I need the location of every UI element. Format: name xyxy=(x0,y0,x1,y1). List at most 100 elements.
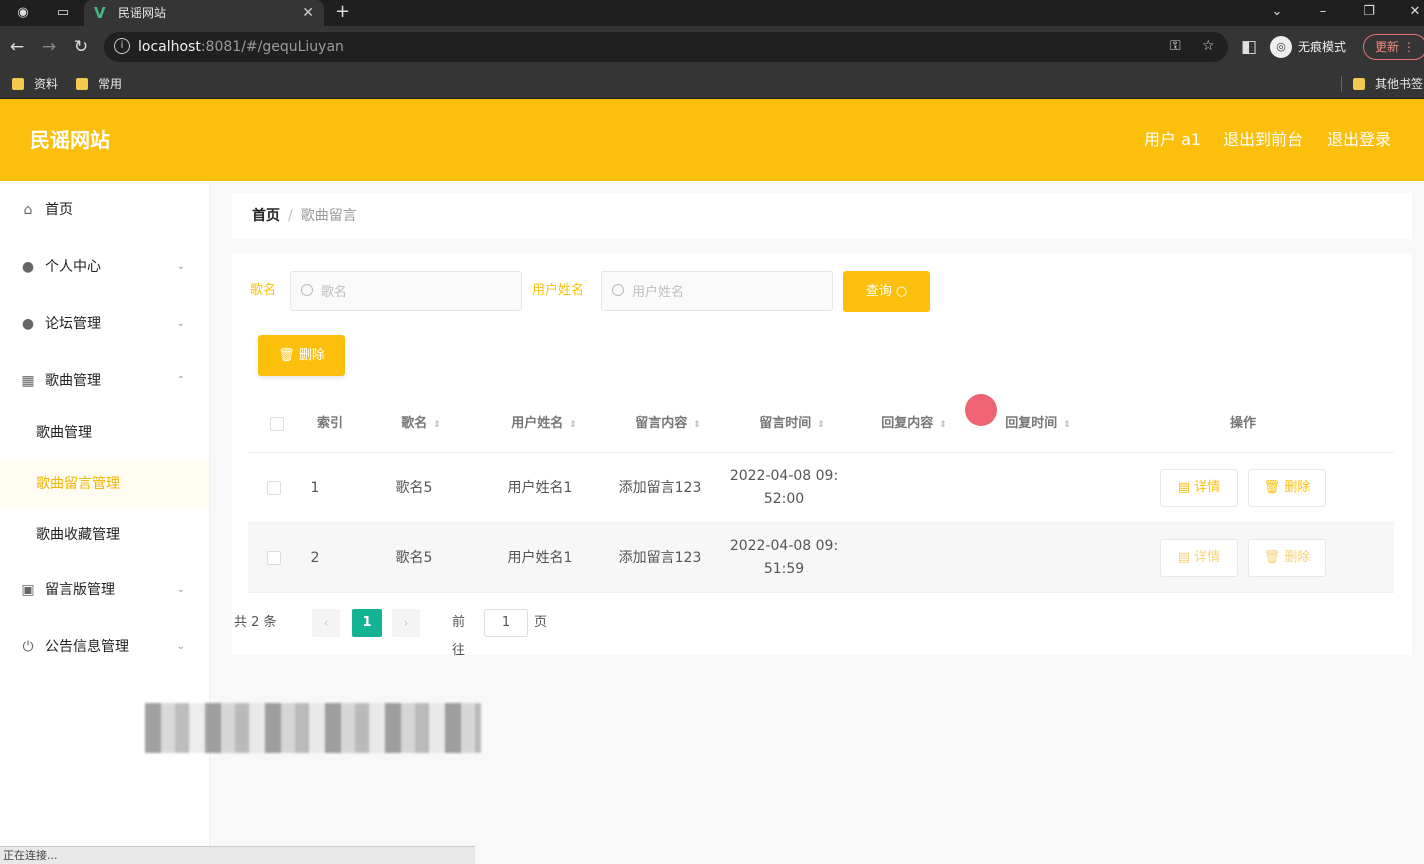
chevron-down-icon: ⌄ xyxy=(176,584,185,595)
row-checkbox[interactable] xyxy=(267,481,281,495)
user-search-field[interactable] xyxy=(601,271,833,311)
url-text[interactable]: localhost:8081/#/gequLiuyan xyxy=(138,32,344,62)
breadcrumb-current: 歌曲留言 xyxy=(300,208,357,224)
bookmark-folder[interactable]: 资料 xyxy=(12,74,58,94)
trash-icon: 🗑 xyxy=(1263,550,1281,565)
sidebar-item-guestbook[interactable]: ▣ 留言版管理 ⌄ xyxy=(0,563,209,617)
browser-window-icon[interactable]: ▭ xyxy=(54,4,72,22)
bookmark-label: 资料 xyxy=(34,77,59,91)
other-bookmarks-label: 其他书签 xyxy=(1375,77,1424,91)
page-number[interactable]: 1 xyxy=(352,609,382,637)
song-search-input[interactable] xyxy=(321,280,511,304)
update-button[interactable]: 更新 ⋮ xyxy=(1363,34,1424,60)
bookmark-star-icon[interactable]: ☆ xyxy=(1202,38,1215,54)
sidebar-item-home[interactable]: ⌂ 首页 xyxy=(0,183,209,237)
column-header-reply[interactable]: 回复内容 ⇕ xyxy=(854,395,974,453)
query-button-label: 查询 xyxy=(865,284,892,299)
window-close-icon[interactable]: ✕ xyxy=(1392,0,1424,26)
cell-user: 用户姓名1 xyxy=(507,480,573,496)
tab-close-icon[interactable]: ✕ xyxy=(302,0,314,26)
tab-search-icon[interactable]: ⌄ xyxy=(1254,0,1300,26)
cell-song: 歌名5 xyxy=(395,550,433,566)
delete-button[interactable]: 🗑 删除 xyxy=(1248,469,1326,507)
home-icon: ⌂ xyxy=(23,202,33,218)
goto-page-input[interactable]: 1 xyxy=(484,609,528,637)
sort-icon: ⇕ xyxy=(693,420,701,430)
detail-button[interactable]: ▤ 详情 xyxy=(1160,469,1238,507)
column-header-user[interactable]: 用户姓名 ⇕ xyxy=(484,395,604,453)
url-bar[interactable]: i localhost:8081/#/gequLiuyan ⚿ ☆ xyxy=(104,32,1228,62)
column-header-content[interactable]: 留言内容 ⇕ xyxy=(608,395,728,453)
browser-globe-icon[interactable]: ◉ xyxy=(14,4,32,22)
incognito-icon: ◎ xyxy=(1270,36,1292,58)
power-icon: ⏻ xyxy=(22,639,34,655)
user-icon: ● xyxy=(21,259,35,275)
key-icon[interactable]: ⚿ xyxy=(1170,38,1181,54)
breadcrumb-home[interactable]: 首页 xyxy=(252,208,280,224)
site-info-icon[interactable]: i xyxy=(114,38,130,54)
grid-icon: ▦ xyxy=(21,373,35,389)
browser-tab[interactable]: V 民谣网站 ✕ xyxy=(84,0,324,26)
new-tab-icon[interactable]: + xyxy=(335,0,350,24)
sidebar-item-forum[interactable]: ● 论坛管理 ⌄ xyxy=(0,297,209,351)
breadcrumb: 首页 / 歌曲留言 xyxy=(232,193,1412,239)
cell-reply xyxy=(854,523,974,593)
row-checkbox[interactable] xyxy=(267,551,281,565)
forward-icon[interactable]: → xyxy=(38,36,60,58)
logout-link[interactable]: 退出登录 xyxy=(1327,99,1391,181)
pagination-total: 共 2 条 xyxy=(234,615,277,630)
main-content: 首页 / 歌曲留言 歌名 用户姓名 查询 ○ 🗑 删除 索引 歌名⇕ 用户姓名⇕ 留… xyxy=(210,181,1424,864)
cell-content: 添加留言123 xyxy=(618,550,702,566)
prev-page-icon[interactable]: ‹ xyxy=(312,609,340,637)
chevron-up-icon: ⌃ xyxy=(176,375,185,386)
sidebar-subitem-song-favorites[interactable]: 歌曲收藏管理 xyxy=(0,510,209,560)
cell-reply-time xyxy=(978,453,1098,523)
query-button[interactable]: 查询 ○ xyxy=(843,271,930,312)
chevron-down-icon: ⌄ xyxy=(176,318,185,329)
exit-front-link[interactable]: 退出到前台 xyxy=(1223,99,1303,181)
folder-icon xyxy=(12,78,24,90)
restore-icon[interactable]: ❐ xyxy=(1346,0,1392,26)
address-toolbar: ← → ↻ i localhost:8081/#/gequLiuyan ⚿ ☆ … xyxy=(0,26,1424,68)
sidebar-item-personal[interactable]: ● 个人中心 ⌄ xyxy=(0,240,209,294)
column-header-song[interactable]: 歌名 ⇕ xyxy=(376,395,466,453)
delete-label: 删除 xyxy=(1284,550,1311,565)
sidebar-item-label: 首页 xyxy=(45,202,73,218)
delete-label: 删除 xyxy=(1284,480,1311,495)
cell-time: 2022-04-08 09: 52:00 xyxy=(729,468,839,507)
user-search-input[interactable] xyxy=(632,280,822,304)
incognito-label: 无痕模式 xyxy=(1298,40,1347,54)
incognito-indicator[interactable]: ◎ 无痕模式 xyxy=(1270,36,1346,58)
status-bar: 正在连接... xyxy=(0,846,475,864)
search-icon xyxy=(301,284,313,296)
sidebar-item-songs[interactable]: ▦ 歌曲管理 ⌃ xyxy=(0,354,209,408)
next-page-icon[interactable]: › xyxy=(392,609,420,637)
batch-delete-button[interactable]: 🗑 删除 xyxy=(258,335,345,376)
delete-button[interactable]: 🗑 删除 xyxy=(1248,539,1326,577)
sidebar-subitem-songs[interactable]: 歌曲管理 xyxy=(0,408,209,458)
sort-icon: ⇕ xyxy=(817,420,825,430)
click-indicator xyxy=(965,394,997,426)
cell-user: 用户姓名1 xyxy=(507,550,573,566)
back-icon[interactable]: ← xyxy=(6,36,28,58)
column-header-time[interactable]: 留言时间 ⇕ xyxy=(732,395,852,453)
sidebar-subitem-song-comments[interactable]: 歌曲留言管理 xyxy=(0,459,209,509)
reload-icon[interactable]: ↻ xyxy=(70,36,92,58)
song-search-field[interactable] xyxy=(290,271,522,311)
bookmark-folder[interactable]: 常用 xyxy=(76,74,122,94)
minimize-icon[interactable]: – xyxy=(1300,0,1346,26)
content-card: 歌名 用户姓名 查询 ○ 🗑 删除 索引 歌名⇕ 用户姓名⇕ 留言内容⇕ 留言时… xyxy=(232,253,1412,655)
chevron-down-icon: ⌄ xyxy=(176,641,185,652)
detail-button[interactable]: ▤ 详情 xyxy=(1160,539,1238,577)
breadcrumb-separator: / xyxy=(288,208,293,224)
other-bookmarks[interactable]: 其他书签 xyxy=(1353,74,1423,94)
trash-icon: 🗑 xyxy=(1263,480,1281,495)
document-icon: ▤ xyxy=(1177,550,1191,565)
column-header-actions: 操作 xyxy=(1229,416,1256,431)
select-all-checkbox[interactable] xyxy=(270,417,284,431)
sidebar-item-announcements[interactable]: ⏻ 公告信息管理 ⌄ xyxy=(0,620,209,674)
sidepanel-icon[interactable]: ◧ xyxy=(1238,36,1260,58)
page-suffix: 页 xyxy=(534,615,548,630)
sort-icon: ⇕ xyxy=(433,420,441,430)
detail-label: 详情 xyxy=(1194,550,1221,565)
